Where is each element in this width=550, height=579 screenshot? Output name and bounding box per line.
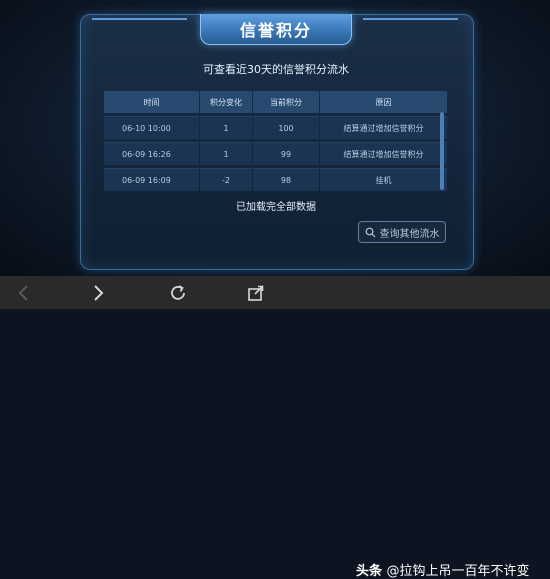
- cell-reason: 结算通过增加信誉积分: [320, 142, 447, 165]
- column-header-change: 积分变化: [200, 91, 252, 113]
- cell-current: 100: [253, 116, 319, 139]
- query-button-label: 查询其他流水: [379, 228, 440, 240]
- score-log-table: 时间 积分变化 当前积分 原因 06-10 10:00 1 100 结算通过增加…: [103, 88, 448, 194]
- column-header-time: 时间: [104, 91, 199, 113]
- table-scrollbar[interactable]: [440, 112, 444, 190]
- back-icon[interactable]: [14, 283, 34, 303]
- column-header-reason: 原因: [320, 91, 447, 113]
- cell-reason: 结算通过增加信誉积分: [320, 116, 447, 139]
- table-row: 06-09 16:09 -2 98 挂机: [104, 168, 447, 191]
- scrollbar-thumb[interactable]: [440, 112, 444, 190]
- cell-change: 1: [200, 116, 252, 139]
- cell-change: 1: [200, 142, 252, 165]
- cell-change: -2: [200, 168, 252, 191]
- table-row: 06-09 16:26 1 99 结算通过增加信誉积分: [104, 142, 447, 165]
- table-header-row: 时间 积分变化 当前积分 原因: [104, 91, 447, 113]
- cell-reason: 挂机: [320, 168, 447, 191]
- cell-time: 06-09 16:09: [104, 168, 199, 191]
- query-other-log-button[interactable]: 查询其他流水: [358, 221, 446, 243]
- column-header-current: 当前积分: [253, 91, 319, 113]
- refresh-icon[interactable]: [168, 283, 188, 303]
- browser-bottom-toolbar: 头条 @拉钩上吊一百年不许变: [0, 276, 550, 579]
- dialog-title: 信誉积分: [200, 14, 352, 45]
- title-decoration-right: [363, 18, 458, 20]
- forward-icon[interactable]: [88, 283, 108, 303]
- watermark-brand: 头条: [356, 564, 383, 579]
- cell-time: 06-10 10:00: [104, 116, 199, 139]
- toutiao-watermark: 头条 @拉钩上吊一百年不许变: [356, 560, 530, 579]
- dialog-subtitle: 可查看近30天的信誉积分流水: [203, 63, 349, 76]
- search-icon: [365, 227, 375, 237]
- cell-current: 98: [253, 168, 319, 191]
- watermark-handle: @拉钩上吊一百年不许变: [386, 564, 530, 579]
- cell-time: 06-09 16:26: [104, 142, 199, 165]
- cell-current: 99: [253, 142, 319, 165]
- loaded-all-text: 已加载完全部数据: [236, 202, 316, 213]
- table-row: 06-10 10:00 1 100 结算通过增加信誉积分: [104, 116, 447, 139]
- title-decoration-left: [92, 18, 187, 20]
- share-icon[interactable]: [246, 283, 266, 303]
